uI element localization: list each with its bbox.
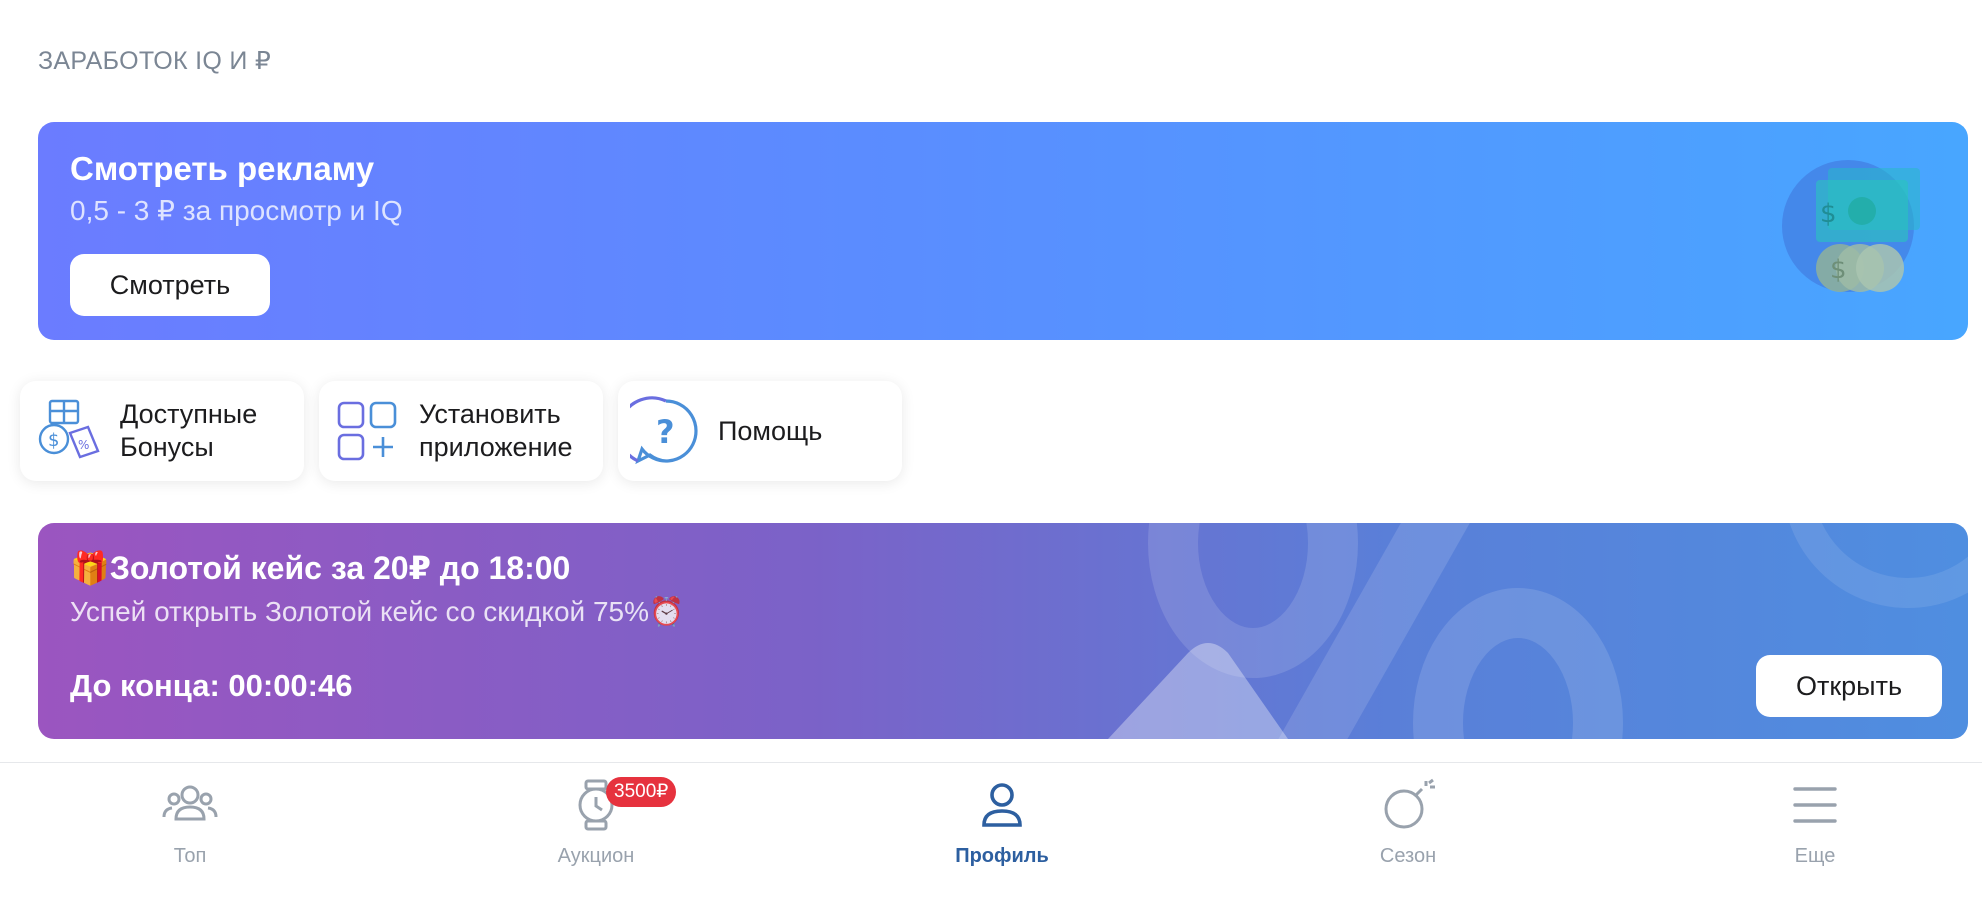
tile-install-app[interactable]: Установить приложение <box>319 381 603 481</box>
open-case-button[interactable]: Открыть <box>1756 655 1942 717</box>
nav-more[interactable]: Еще <box>1715 777 1915 887</box>
promo-countdown: До конца: 00:00:46 <box>70 668 353 703</box>
menu-icon <box>1793 787 1837 823</box>
gold-case-promo[interactable]: 🎁Золотой кейс за 20₽ до 18:00 Успей откр… <box>38 523 1968 739</box>
svg-text:$: $ <box>48 430 59 451</box>
tile-available-bonuses[interactable]: $ % Доступные Бонусы <box>20 381 304 481</box>
bonus-gift-icon: $ % <box>38 399 100 459</box>
auction-badge: 3500₽ <box>606 777 677 807</box>
nav-season[interactable]: Сезон <box>1308 777 1508 887</box>
tile-label: Доступные Бонусы <box>120 399 258 462</box>
nav-top[interactable]: Топ <box>90 777 290 887</box>
users-group-icon <box>162 785 218 821</box>
help-question-icon: ? <box>630 396 698 465</box>
watch-ads-card[interactable]: Смотреть рекламу 0,5 - 3 ₽ за просмотр и… <box>38 122 1968 340</box>
ad-title: Смотреть рекламу <box>70 150 375 187</box>
tile-help[interactable]: ? Помощь <box>618 381 902 481</box>
svg-text:%: % <box>78 438 89 452</box>
promo-title: 🎁Золотой кейс за 20₽ до 18:00 <box>70 550 571 586</box>
bomb-icon <box>1384 778 1435 829</box>
svg-text:$: $ <box>1830 255 1847 285</box>
nav-auction[interactable]: Аукцион 3500₽ <box>496 777 696 887</box>
nav-profile[interactable]: Профиль <box>902 777 1102 887</box>
tile-label: Установить приложение <box>419 399 573 462</box>
watch-button[interactable]: Смотреть <box>70 254 270 316</box>
promo-subtitle: Успей открыть Золотой кейс со скидкой 75… <box>70 596 684 627</box>
bottom-navigation: Топ Аукцион 3500₽ Профиль Сезон Еще <box>0 762 1982 902</box>
profile-icon <box>982 783 1022 827</box>
svg-text:$: $ <box>1820 199 1837 229</box>
ad-subtitle: 0,5 - 3 ₽ за просмотр и IQ <box>70 195 403 226</box>
install-app-icon <box>337 401 397 461</box>
section-title: ЗАРАБОТОК IQ И ₽ <box>38 47 272 75</box>
svg-text:?: ? <box>656 413 675 451</box>
tile-label: Помощь <box>718 415 823 446</box>
money-coins-icon: $ $ <box>1782 160 1920 292</box>
